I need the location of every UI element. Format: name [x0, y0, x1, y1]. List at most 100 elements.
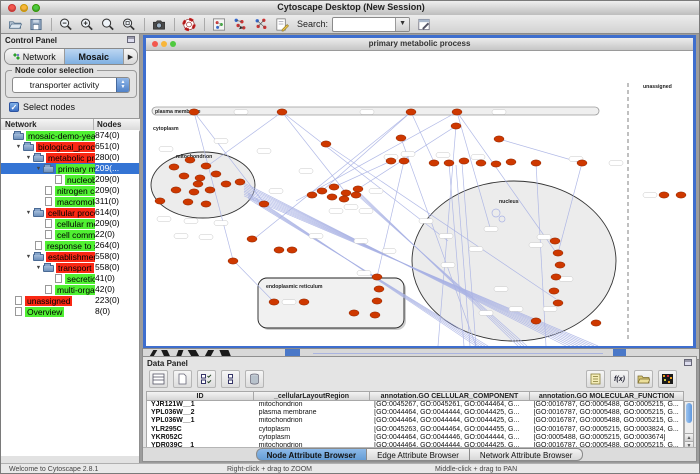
network-node[interactable]	[372, 298, 382, 304]
network-node[interactable]	[269, 299, 279, 305]
save-icon[interactable]	[28, 17, 44, 32]
network-node[interactable]	[577, 160, 587, 166]
network-node[interactable]	[549, 288, 559, 294]
zoom-fit-icon[interactable]	[100, 17, 116, 32]
network-node[interactable]	[259, 201, 269, 207]
network-node[interactable]	[307, 192, 317, 198]
scrollbar-thumb[interactable]	[686, 403, 692, 423]
tree-row[interactable]: ▼transport558(0)	[1, 262, 139, 273]
network-node[interactable]	[374, 286, 384, 292]
tree-row[interactable]: mosaic-demo-yeast874(0)	[1, 130, 139, 141]
tab-mosaic[interactable]: Mosaic	[65, 49, 125, 64]
tree-row[interactable]: nitrogen compo209(0)	[1, 185, 139, 196]
tree-row[interactable]: ▼biological_process651(0)	[1, 141, 139, 152]
network-node[interactable]	[399, 158, 409, 164]
network-node[interactable]	[327, 194, 337, 200]
network-node[interactable]	[370, 312, 380, 318]
expand-arrow-icon[interactable]: ▼	[14, 144, 23, 150]
network-node[interactable]	[659, 192, 669, 198]
float-panel-icon[interactable]	[127, 36, 135, 43]
table-row[interactable]: YPL036W__1mitochondrion[GO:0044464, GO:0…	[147, 417, 683, 425]
select-attributes-icon[interactable]	[197, 370, 216, 388]
network-node[interactable]	[321, 141, 331, 147]
network-node[interactable]	[235, 179, 245, 185]
unselect-attributes-icon[interactable]	[221, 370, 240, 388]
delete-attribute-icon[interactable]	[245, 370, 264, 388]
network-node[interactable]	[341, 190, 351, 196]
tree-row[interactable]: response to stimulu264(0)	[1, 240, 139, 251]
network-node[interactable]	[491, 161, 501, 167]
network-node[interactable]	[287, 247, 297, 253]
network-node[interactable]	[553, 250, 563, 256]
table-row[interactable]: YKR052Ccytoplasm[GO:0044464, GO:0044446,…	[147, 434, 683, 442]
network-node[interactable]	[189, 109, 199, 115]
network-node[interactable]	[201, 201, 211, 207]
zoom-in-icon[interactable]	[79, 17, 95, 32]
layout-edges-icon[interactable]	[253, 17, 269, 32]
network-node[interactable]	[299, 299, 309, 305]
tree-row[interactable]: ▼cellular process614(0)	[1, 207, 139, 218]
table-column-header[interactable]: annotation.GO CELLULAR_COMPONENT	[370, 391, 530, 401]
network-node[interactable]	[396, 135, 406, 141]
network-node[interactable]	[372, 274, 382, 280]
zoom-region-icon[interactable]	[121, 17, 137, 32]
network-node[interactable]	[185, 157, 195, 163]
network-node[interactable]	[228, 258, 238, 264]
table-row[interactable]: YPL036W__2plasma membrane[GO:0044464, GO…	[147, 409, 683, 417]
annotation-icon[interactable]	[274, 17, 290, 32]
network-node[interactable]	[339, 196, 349, 202]
network-node[interactable]	[351, 192, 361, 198]
layout-nodes-icon[interactable]	[232, 17, 248, 32]
tab-network[interactable]: Network	[5, 49, 65, 64]
attribute-editor-icon[interactable]	[416, 17, 432, 32]
tree-row[interactable]: multi-organism pro42(0)	[1, 284, 139, 295]
overview-icon[interactable]	[211, 17, 227, 32]
search-dropdown-button[interactable]: ▼	[395, 18, 409, 31]
network-node[interactable]	[189, 189, 199, 195]
float-panel-icon[interactable]	[684, 359, 692, 366]
tab-edge-attribute-browser[interactable]: Edge Attribute Browser	[367, 448, 470, 461]
network-node[interactable]	[329, 184, 339, 190]
network-node[interactable]	[193, 181, 203, 187]
tree-row[interactable]: macromolecule311(0)	[1, 196, 139, 207]
network-node[interactable]	[451, 123, 461, 129]
show-table-icon[interactable]	[149, 370, 168, 388]
expand-arrow-icon[interactable]: ▼	[24, 155, 33, 161]
network-node[interactable]	[205, 187, 215, 193]
network-node[interactable]	[531, 160, 541, 166]
expand-arrow-icon[interactable]: ▼	[24, 210, 33, 216]
expand-arrow-icon[interactable]: ▼	[24, 254, 33, 260]
network-node[interactable]	[476, 160, 486, 166]
network-node[interactable]	[452, 109, 462, 115]
open-icon[interactable]	[7, 17, 23, 32]
tree-row[interactable]: cell communicat22(0)	[1, 229, 139, 240]
network-node[interactable]	[349, 310, 359, 316]
expand-arrow-icon[interactable]: ▼	[34, 265, 43, 271]
tree-row[interactable]: unassigned223(0)	[1, 295, 139, 306]
network-node[interactable]	[169, 164, 179, 170]
network-node[interactable]	[676, 192, 686, 198]
table-scrollbar[interactable]: ▲ ▼	[684, 401, 694, 451]
network-node[interactable]	[459, 158, 469, 164]
new-attribute-icon[interactable]	[173, 370, 192, 388]
tree-row[interactable]: ▼primary metabo209(...	[1, 163, 139, 174]
function-builder-icon[interactable]: f(x)	[610, 370, 629, 388]
network-node[interactable]	[553, 300, 563, 306]
network-node[interactable]	[183, 199, 193, 205]
network-node[interactable]	[550, 238, 560, 244]
tree-row[interactable]: secretion41(0)	[1, 273, 139, 284]
network-node[interactable]	[201, 163, 211, 169]
table-column-header[interactable]: annotation.GO MOLECULAR_FUNCTION	[530, 391, 684, 401]
matrix-view-icon[interactable]	[658, 370, 677, 388]
import-attributes-icon[interactable]	[634, 370, 653, 388]
network-node[interactable]	[429, 160, 439, 166]
attribute-list-icon[interactable]	[586, 370, 605, 388]
network-node[interactable]	[179, 173, 189, 179]
network-node[interactable]	[531, 318, 541, 324]
table-row[interactable]: YJR121W__1mitochondrion[GO:0045267, GO:0…	[147, 401, 683, 409]
network-node[interactable]	[406, 109, 416, 115]
network-node[interactable]	[211, 171, 221, 177]
table-column-header[interactable]: _cellularLayoutRegion	[254, 391, 370, 401]
tree-row[interactable]: ▼metabolic process280(0)	[1, 152, 139, 163]
network-node[interactable]	[353, 186, 363, 192]
